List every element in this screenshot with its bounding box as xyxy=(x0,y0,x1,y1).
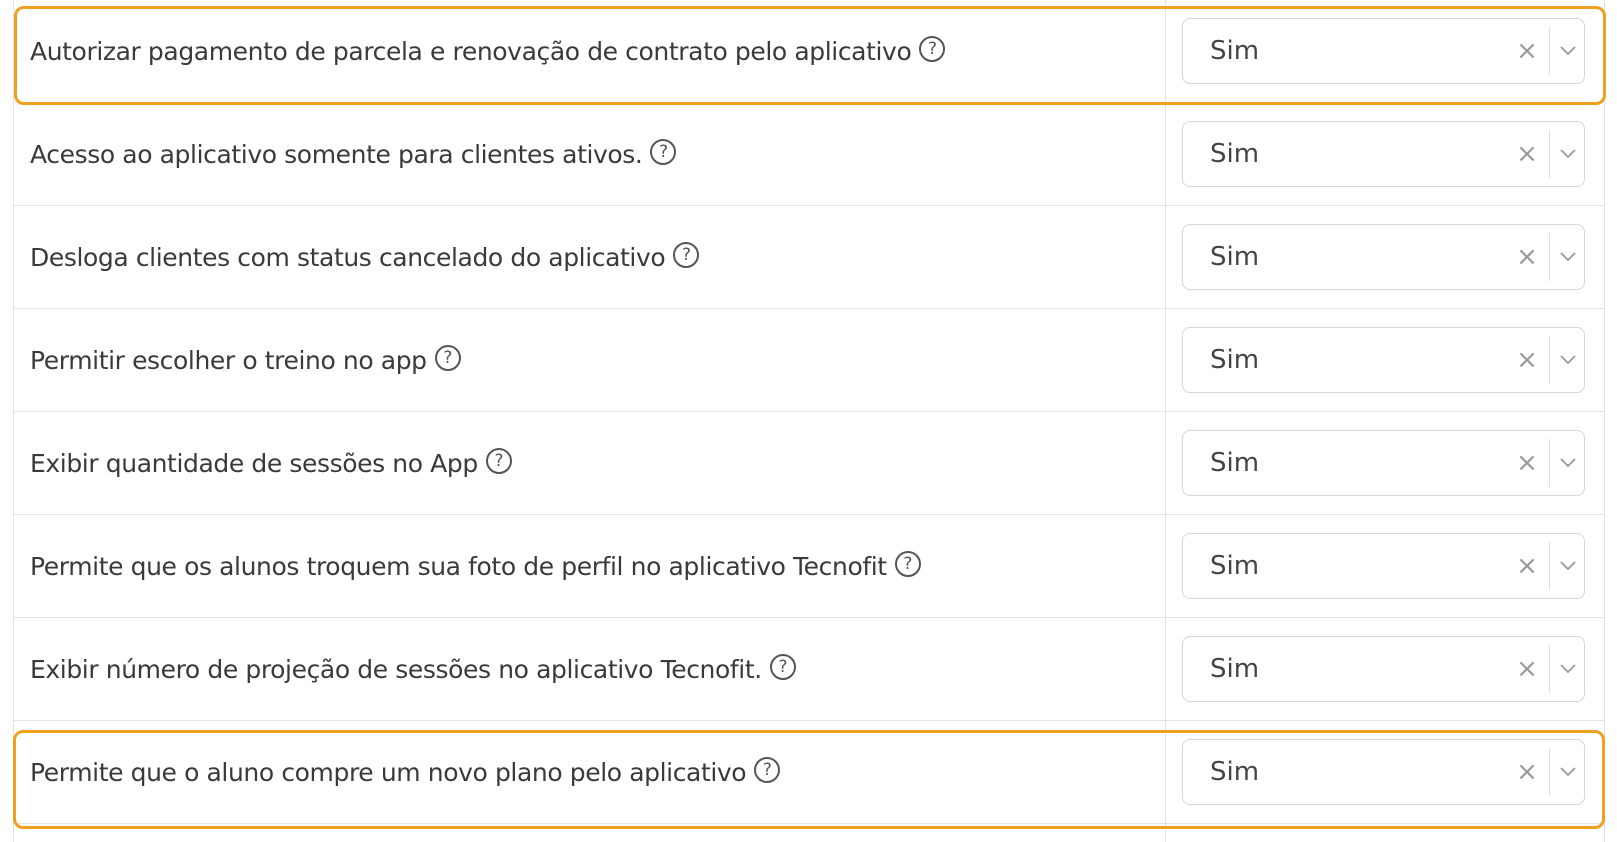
close-icon[interactable]: × xyxy=(1513,328,1541,392)
setting-label: Permite que o aluno compre um novo plano… xyxy=(30,721,781,824)
help-icon[interactable]: ? xyxy=(673,241,700,268)
help-icon[interactable]: ? xyxy=(434,344,461,371)
close-icon[interactable]: × xyxy=(1513,431,1541,495)
help-icon[interactable]: ? xyxy=(769,653,796,680)
setting-label: Desloga clientes com status cancelado do… xyxy=(30,206,700,309)
setting-label-text: Permite que os alunos troquem sua foto d… xyxy=(30,552,887,581)
setting-label: Exibir quantidade de sessões no App ? xyxy=(30,412,512,515)
chevron-down-icon[interactable] xyxy=(1550,19,1585,83)
close-icon[interactable]: × xyxy=(1513,225,1541,289)
setting-label-text: Autorizar pagamento de parcela e renovaç… xyxy=(30,37,912,66)
setting-select[interactable]: Sim × xyxy=(1182,430,1585,496)
close-icon[interactable]: × xyxy=(1513,740,1541,804)
chevron-down-icon[interactable] xyxy=(1550,431,1585,495)
setting-label-text: Permite que o aluno compre um novo plano… xyxy=(30,758,747,787)
close-icon[interactable]: × xyxy=(1513,19,1541,83)
help-icon[interactable]: ? xyxy=(919,35,946,62)
chevron-down-icon[interactable] xyxy=(1550,637,1585,701)
setting-row-session-projection: Exibir número de projeção de sessões no … xyxy=(14,618,1604,721)
setting-select[interactable]: Sim × xyxy=(1182,18,1585,84)
select-value: Sim xyxy=(1210,551,1260,581)
help-icon[interactable]: ? xyxy=(650,138,677,165)
chevron-down-icon[interactable] xyxy=(1550,740,1585,804)
setting-label: Acesso ao aplicativo somente para client… xyxy=(30,103,677,206)
setting-label: Autorizar pagamento de parcela e renovaç… xyxy=(30,0,946,103)
close-icon[interactable]: × xyxy=(1513,122,1541,186)
setting-label: Permitir escolher o treino no app ? xyxy=(30,309,461,412)
select-value: Sim xyxy=(1210,139,1260,169)
help-icon[interactable]: ? xyxy=(754,756,781,783)
setting-row-choose-workout: Permitir escolher o treino no app ? Sim … xyxy=(14,309,1604,412)
select-value: Sim xyxy=(1210,448,1260,478)
setting-label-text: Acesso ao aplicativo somente para client… xyxy=(30,140,643,169)
setting-row-logout-cancelled: Desloga clientes com status cancelado do… xyxy=(14,206,1604,309)
setting-select[interactable]: Sim × xyxy=(1182,327,1585,393)
setting-row-active-clients-only: Acesso ao aplicativo somente para client… xyxy=(14,103,1604,206)
help-icon[interactable]: ? xyxy=(894,550,921,577)
select-value: Sim xyxy=(1210,757,1260,787)
select-value: Sim xyxy=(1210,36,1260,66)
setting-label-text: Permitir escolher o treino no app xyxy=(30,346,427,375)
select-value: Sim xyxy=(1210,242,1260,272)
chevron-down-icon[interactable] xyxy=(1550,225,1585,289)
setting-label-text: Exibir quantidade de sessões no App xyxy=(30,449,478,478)
setting-row-buy-new-plan: Permite que o aluno compre um novo plano… xyxy=(14,721,1604,824)
setting-label: Exibir número de projeção de sessões no … xyxy=(30,618,796,721)
close-icon[interactable]: × xyxy=(1513,534,1541,598)
chevron-down-icon[interactable] xyxy=(1550,534,1585,598)
setting-row-authorize-payment: Autorizar pagamento de parcela e renovaç… xyxy=(14,0,1604,103)
setting-row-change-profile-photo: Permite que os alunos troquem sua foto d… xyxy=(14,515,1604,618)
app-settings-table: Autorizar pagamento de parcela e renovaç… xyxy=(13,0,1605,842)
chevron-down-icon[interactable] xyxy=(1550,122,1585,186)
help-icon[interactable]: ? xyxy=(485,447,512,474)
select-value: Sim xyxy=(1210,654,1260,684)
setting-select[interactable]: Sim × xyxy=(1182,636,1585,702)
setting-label-text: Exibir número de projeção de sessões no … xyxy=(30,655,762,684)
select-value: Sim xyxy=(1210,345,1260,375)
setting-select[interactable]: Sim × xyxy=(1182,739,1585,805)
close-icon[interactable]: × xyxy=(1513,637,1541,701)
chevron-down-icon[interactable] xyxy=(1550,328,1585,392)
setting-select[interactable]: Sim × xyxy=(1182,121,1585,187)
setting-label: Permite que os alunos troquem sua foto d… xyxy=(30,515,921,618)
setting-label-text: Desloga clientes com status cancelado do… xyxy=(30,243,666,272)
setting-select[interactable]: Sim × xyxy=(1182,533,1585,599)
setting-select[interactable]: Sim × xyxy=(1182,224,1585,290)
setting-row-show-session-count: Exibir quantidade de sessões no App ? Si… xyxy=(14,412,1604,515)
